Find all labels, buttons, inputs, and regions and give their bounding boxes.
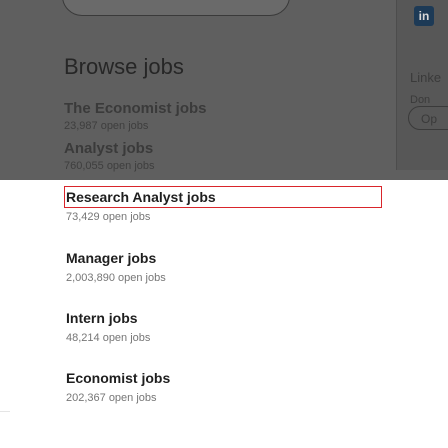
linkedin-logo-icon: in xyxy=(414,6,434,26)
open-app-button[interactable]: Op xyxy=(408,106,448,130)
list-item[interactable]: Intern jobs 48,214 open jobs xyxy=(66,310,150,344)
job-title-intern[interactable]: Intern jobs xyxy=(66,310,150,326)
divider xyxy=(0,411,10,412)
job-title-manager[interactable]: Manager jobs xyxy=(66,250,166,266)
list-item[interactable]: Economist jobs 202,367 open jobs xyxy=(66,370,170,404)
dim-job-count-analyst: 760,055 open jobs xyxy=(64,160,155,172)
list-item[interactable]: Research Analyst jobs 73,429 open jobs xyxy=(66,189,216,223)
search-bar[interactable] xyxy=(62,0,290,16)
job-title-research-analyst[interactable]: Research Analyst jobs xyxy=(66,189,216,205)
job-count: 2,003,890 open jobs xyxy=(66,272,166,284)
list-item[interactable]: Manager jobs 2,003,890 open jobs xyxy=(66,250,166,284)
dim-job-title-economist[interactable]: The Economist jobs xyxy=(64,100,207,117)
dim-job-title-analyst[interactable]: Analyst jobs xyxy=(64,140,153,157)
dim-job-count-economist: 23,987 open jobs xyxy=(64,120,149,132)
side-panel-subtext: Don xyxy=(410,94,431,106)
job-title-economist[interactable]: Economist jobs xyxy=(66,370,170,386)
side-panel-heading: Linke xyxy=(410,70,442,85)
job-count: 73,429 open jobs xyxy=(66,211,151,223)
dimmed-overlay[interactable]: Browse jobs The Economist jobs 23,987 op… xyxy=(0,0,448,180)
job-count: 48,214 open jobs xyxy=(66,332,151,344)
job-count: 202,367 open jobs xyxy=(66,392,157,404)
browse-jobs-heading: Browse jobs xyxy=(64,54,184,79)
